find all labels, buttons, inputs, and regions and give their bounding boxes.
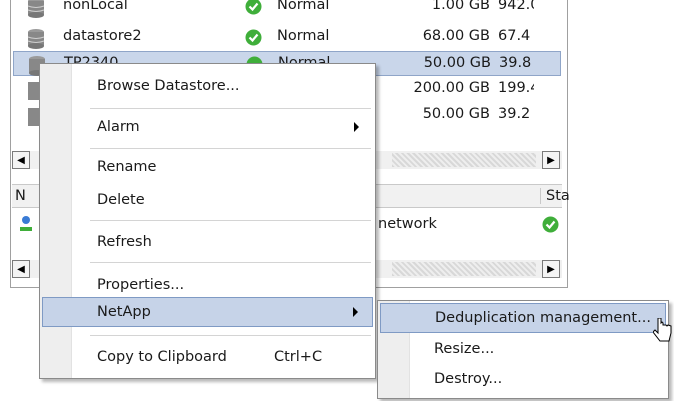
datastore-row[interactable]: datastore2 Normal 68.00 GB 67.4 [13, 25, 561, 50]
scrollbar-track[interactable] [392, 153, 536, 167]
datastore-capacity: 50.00 GB [422, 106, 490, 122]
menu-separator [90, 335, 371, 336]
menu-item-label: Rename [97, 159, 157, 175]
menu-item-label: Destroy... [434, 371, 503, 387]
menu-item-browse-datastore[interactable]: Browse Datastore... [42, 71, 373, 101]
status-ok-icon [245, 29, 262, 46]
menu-item-deduplication-management[interactable]: Deduplication management... [380, 303, 666, 333]
menu-item-label: Deduplication management... [435, 310, 651, 326]
header-status-column[interactable]: Sta [540, 188, 570, 204]
menu-item-refresh[interactable]: Refresh [42, 227, 373, 257]
menu-item-resize[interactable]: Resize... [380, 334, 666, 364]
datastore-free: 67.4 [498, 28, 531, 44]
menu-item-copy-to-clipboard[interactable]: Copy to Clipboard Ctrl+C [42, 342, 373, 372]
menu-item-label: Resize... [434, 341, 495, 357]
scroll-right-icon[interactable]: ▶ [542, 260, 560, 278]
menu-separator [90, 262, 371, 263]
menu-item-netapp[interactable]: NetApp [42, 297, 373, 327]
datastore-name: datastore2 [63, 28, 142, 44]
scroll-left-icon[interactable]: ◀ [12, 260, 30, 278]
menu-separator [90, 148, 371, 149]
datastore-free: 39.2 [498, 106, 531, 122]
menu-item-properties[interactable]: Properties... [42, 270, 373, 300]
scrollbar-track[interactable] [392, 262, 536, 276]
datastore-status: Normal [277, 0, 330, 13]
datastore-capacity: 200.00 GB [413, 80, 490, 96]
datastore-capacity: 1.00 GB [431, 0, 490, 13]
scroll-right-icon[interactable]: ▶ [542, 151, 560, 169]
menu-item-destroy[interactable]: Destroy... [380, 364, 666, 394]
menu-item-label: Delete [97, 192, 145, 208]
menu-item-label: Alarm [97, 119, 140, 135]
status-ok-icon [542, 216, 559, 237]
menu-item-delete[interactable]: Delete [42, 185, 373, 215]
datastore-row[interactable]: nonLocal Normal 1.00 GB 942.0 [13, 0, 561, 19]
datastore-free: 39.8 [499, 55, 532, 71]
scroll-left-icon[interactable]: ◀ [12, 151, 30, 169]
menu-item-rename[interactable]: Rename [42, 152, 373, 182]
menu-item-label: Browse Datastore... [97, 78, 240, 94]
menu-separator [90, 108, 371, 109]
datastore-capacity: 50.00 GB [423, 55, 491, 71]
mouse-pointer-icon [652, 317, 673, 356]
network-icon [18, 215, 34, 237]
datastore-name: nonLocal [63, 0, 128, 13]
menu-separator [90, 220, 371, 221]
menu-item-label: Refresh [97, 234, 152, 250]
datastore-free: 942.0 [498, 0, 534, 13]
shortcut-label: Ctrl+C [274, 349, 323, 365]
network-name: network [378, 216, 437, 232]
menu-item-alarm[interactable]: Alarm [42, 112, 373, 142]
submenu-arrow-icon [353, 307, 358, 317]
menu-item-label: Copy to Clipboard [97, 349, 227, 365]
datastore-free: 199.4 [498, 80, 534, 96]
submenu-arrow-icon [354, 122, 359, 132]
menu-item-label: Properties... [97, 277, 185, 293]
header-name-column[interactable]: N [15, 188, 26, 204]
datastore-status: Normal [277, 28, 330, 44]
status-ok-icon [245, 0, 262, 15]
context-menu: Browse Datastore... Alarm Rename Delete … [39, 63, 376, 379]
netapp-submenu: Deduplication management... Resize... De… [377, 300, 669, 399]
menu-item-label: NetApp [97, 304, 151, 320]
datastore-capacity: 68.00 GB [422, 28, 490, 44]
datastore-icon [27, 0, 45, 23]
